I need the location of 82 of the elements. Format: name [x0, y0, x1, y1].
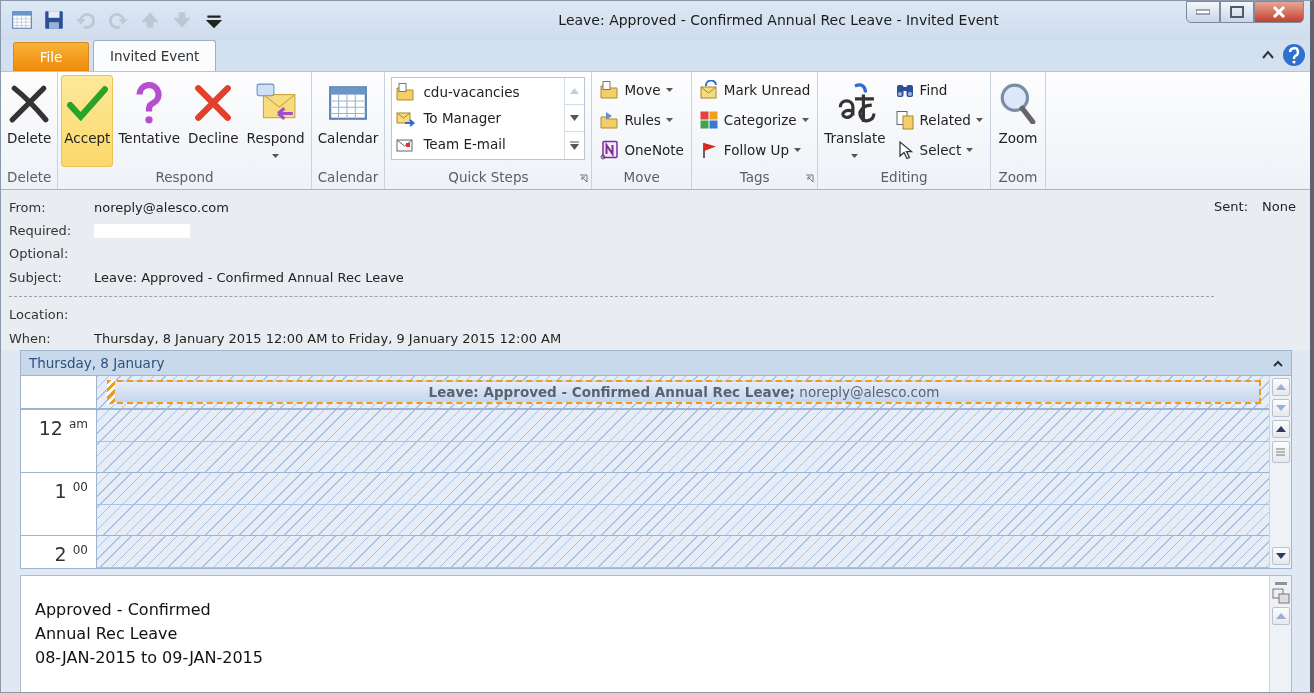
group-label: Move — [623, 168, 660, 185]
group-label: Editing — [880, 168, 928, 185]
field-label: Optional: — [9, 245, 70, 264]
scrollbar-thumb[interactable] — [1271, 441, 1290, 463]
field-value: Leave: Approved - Confirmed Annual Rec Leave — [94, 268, 404, 287]
field-label: Location: — [9, 306, 70, 325]
group-label: Respond — [155, 168, 214, 185]
ribbon-button[interactable]: OneNote — [595, 136, 688, 163]
group-label: Tags — [739, 168, 770, 185]
documents-icon — [894, 109, 915, 130]
ribbon-button[interactable]: Decline — [185, 74, 242, 167]
field-label: From: — [9, 198, 47, 217]
restore-icon — [1230, 6, 1244, 18]
restore-button[interactable] — [1220, 1, 1254, 23]
close-icon — [1272, 6, 1286, 18]
quick-step-item[interactable]: To Manager — [395, 105, 562, 132]
grip-icon — [1276, 448, 1285, 456]
field-label: Required: — [9, 222, 73, 240]
group-label: Quick Steps — [448, 168, 529, 185]
folder-icon — [395, 81, 416, 102]
message-line: Approved - Confirmed — [35, 599, 212, 621]
ribbon-button[interactable]: Translate — [821, 74, 889, 167]
color-squares-icon — [698, 109, 719, 130]
message-line: 08-JAN-2015 to 09-JAN-2015 — [35, 647, 264, 669]
ribbon-button[interactable]: Categorize — [694, 106, 815, 133]
quick-step-item[interactable]: cdu-vacancies — [395, 78, 562, 105]
collapse-icon[interactable] — [1273, 359, 1283, 367]
down-arrow-icon — [1275, 553, 1286, 559]
window-title: Leave: Approved - Confirmed Annual Rec Leave - Invited Event — [557, 10, 1000, 30]
scroll-up-button[interactable] — [1271, 420, 1290, 438]
down-arrow-icon — [1275, 405, 1286, 411]
minimize-icon — [1196, 9, 1210, 15]
hour-label: 12 $^{am}$ — [38, 417, 88, 440]
ribbon-button[interactable]: Respond — [243, 74, 308, 167]
folder-icon — [599, 109, 620, 130]
group-label: Calendar — [317, 168, 379, 185]
field-value: Thursday, 8 January 2015 12:00 AM to Friday, 9 January 2015 12:00 AM — [94, 329, 562, 348]
ribbon-button[interactable]: Find — [890, 76, 987, 103]
dialog-launcher-icon[interactable] — [805, 173, 815, 183]
field-value: None — [1262, 198, 1296, 217]
field-label: Sent: — [1214, 198, 1249, 217]
up-arrow-icon — [1275, 613, 1286, 619]
ribbon-button[interactable]: Follow Up — [694, 136, 815, 163]
all-day-event[interactable]: Leave: Approved - Confirmed Annual Rec Leave; noreply@alesco.com — [107, 380, 1261, 405]
notebook-icon — [599, 139, 620, 160]
ribbon-button[interactable]: Delete — [4, 74, 55, 167]
quick-steps-gallery[interactable]: cdu-vacancies To Manager Team E-mail — [391, 76, 586, 160]
grip-icon — [1274, 582, 1287, 585]
more-icon[interactable] — [570, 140, 580, 150]
quick-step-item[interactable]: Team E-mail — [395, 131, 562, 158]
scroll-down-button[interactable] — [1271, 547, 1290, 565]
close-button[interactable] — [1254, 1, 1304, 23]
ribbon-button[interactable]: Tentative — [115, 74, 184, 167]
ribbon-tab[interactable]: Invited Event — [93, 39, 217, 71]
ribbon-button[interactable]: Zoom — [993, 74, 1042, 167]
up-arrow-icon — [1275, 426, 1286, 432]
scroll-down-icon[interactable] — [570, 115, 580, 122]
envelope-icon — [698, 79, 719, 100]
help-icon[interactable] — [1282, 42, 1306, 67]
field-label: Subject: — [9, 268, 63, 287]
field-label: When: — [9, 329, 52, 348]
ribbon-button[interactable]: Related — [890, 106, 987, 133]
collapse-ribbon-icon[interactable] — [1262, 49, 1274, 60]
group-label: Zoom — [998, 168, 1038, 185]
ribbon-button[interactable]: Mark Unread — [694, 76, 815, 103]
minimize-button[interactable] — [1186, 1, 1220, 23]
previous-button[interactable] — [1271, 378, 1290, 396]
up-arrow-icon — [1275, 384, 1286, 390]
field-value: noreply@alesco.com — [94, 198, 229, 217]
ribbon-button[interactable]: Select — [890, 136, 987, 163]
hour-label: 2 $^{00}$ — [54, 543, 88, 566]
day-header: Thursday, 8 January — [29, 353, 165, 373]
message-line: Annual Rec Leave — [35, 623, 179, 645]
hour-label: 1 $^{00}$ — [54, 480, 88, 503]
ribbon-button[interactable]: Accept — [61, 74, 114, 167]
ribbon-button[interactable]: Move — [595, 76, 688, 103]
folder-icon — [599, 79, 620, 100]
group-label: Delete — [7, 168, 52, 185]
dialog-launcher-icon[interactable] — [579, 173, 589, 183]
calendar-icon[interactable] — [11, 9, 33, 32]
ribbon-button[interactable]: Calendar — [314, 74, 382, 167]
ribbon-button[interactable]: Rules — [595, 106, 688, 133]
